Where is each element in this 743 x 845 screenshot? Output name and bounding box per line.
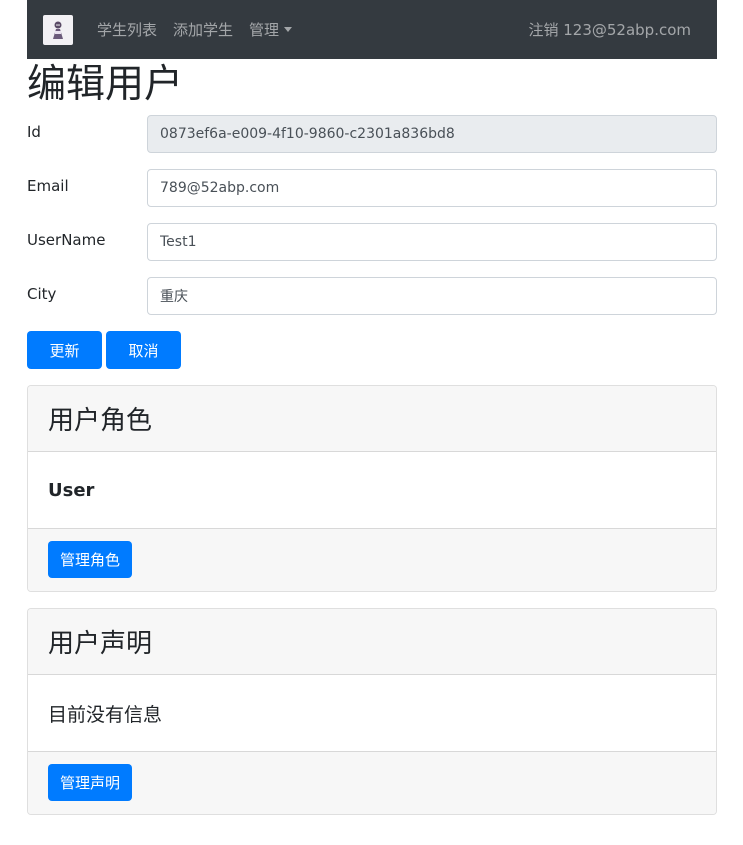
form-row-city: City xyxy=(27,277,717,315)
nav-link-student-list[interactable]: 学生列表 xyxy=(97,19,157,40)
site-logo[interactable] xyxy=(43,15,73,45)
form-row-email: Email xyxy=(27,169,717,207)
cancel-button[interactable]: 取消 xyxy=(106,331,181,369)
username-label: UserName xyxy=(27,231,106,249)
nav-links: 学生列表 添加学生 管理 xyxy=(97,0,308,59)
claims-card: 用户声明 目前没有信息 管理声明 xyxy=(27,608,717,815)
roles-card-footer: 管理角色 xyxy=(28,528,716,591)
city-label: City xyxy=(27,285,57,303)
roles-card-header: 用户角色 xyxy=(28,386,716,452)
manage-roles-button[interactable]: 管理角色 xyxy=(48,541,133,578)
email-field[interactable] xyxy=(148,170,716,206)
city-field[interactable] xyxy=(148,278,716,314)
nav-link-add-student[interactable]: 添加学生 xyxy=(173,19,233,40)
nav-dropdown-manage-label: 管理 xyxy=(249,21,280,39)
username-field[interactable] xyxy=(148,224,716,260)
nav-right: 注销 123@52abp.com xyxy=(528,0,691,59)
city-field-wrapper xyxy=(147,277,717,315)
page-container: 学生列表 添加学生 管理 注销 123@52abp.com 编辑用户 Id Em… xyxy=(27,0,717,815)
page-title: 编辑用户 xyxy=(27,62,184,107)
email-label: Email xyxy=(27,177,69,195)
caret-down-icon xyxy=(284,27,293,32)
form-row-username: UserName xyxy=(27,223,717,261)
claims-card-header: 用户声明 xyxy=(28,609,716,675)
update-button[interactable]: 更新 xyxy=(27,331,102,369)
id-field[interactable] xyxy=(148,116,716,152)
manage-claims-button[interactable]: 管理声明 xyxy=(48,764,133,801)
roles-card: 用户角色 User 管理角色 xyxy=(27,385,717,592)
form-row-id: Id xyxy=(27,115,717,153)
navbar: 学生列表 添加学生 管理 注销 123@52abp.com xyxy=(27,0,717,59)
id-label: Id xyxy=(27,123,41,141)
claims-empty-text: 目前没有信息 xyxy=(48,703,163,726)
role-name: User xyxy=(48,479,95,501)
nav-dropdown-manage[interactable]: 管理 xyxy=(249,19,293,40)
email-field-wrapper xyxy=(147,169,717,207)
claims-card-footer: 管理声明 xyxy=(28,751,716,814)
claims-card-body: 目前没有信息 xyxy=(28,675,716,751)
username-field-wrapper xyxy=(147,223,717,261)
logo-icon xyxy=(53,21,63,39)
id-field-wrapper xyxy=(147,115,717,153)
logout-link[interactable]: 注销 123@52abp.com xyxy=(528,19,691,40)
roles-card-body: User xyxy=(28,452,716,528)
